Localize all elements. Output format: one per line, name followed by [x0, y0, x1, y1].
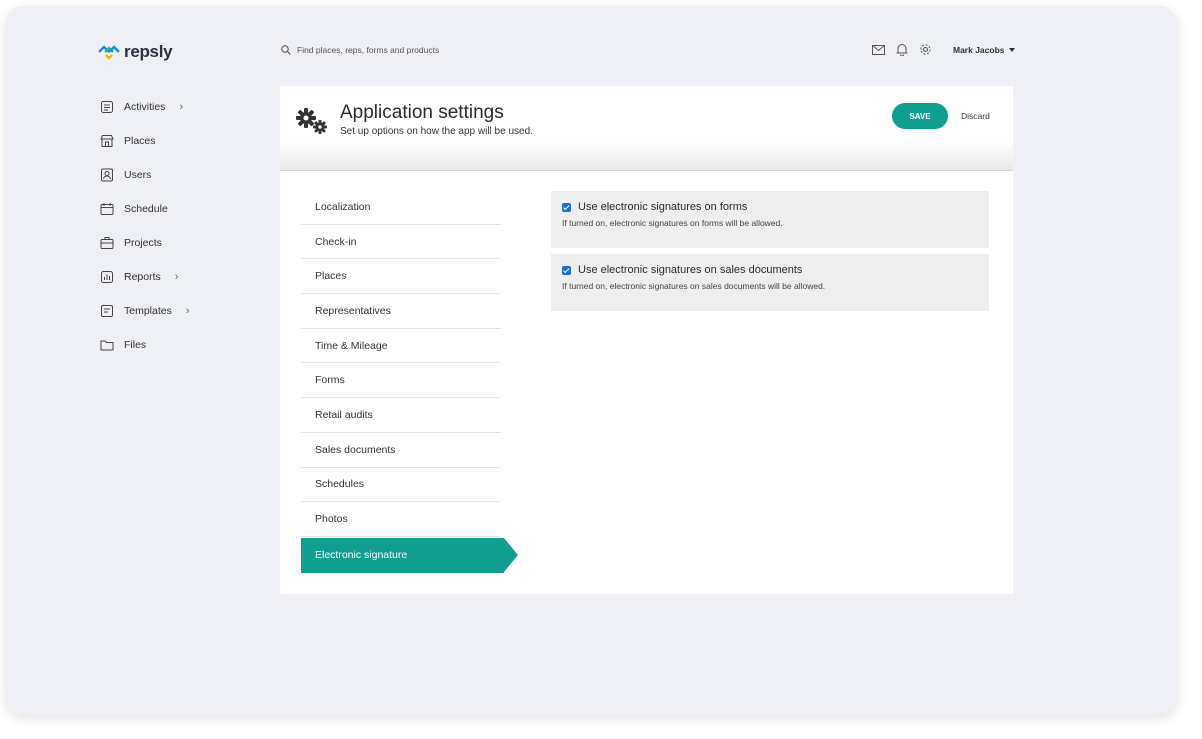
option-description: If turned on, electronic signatures on f… [562, 218, 783, 228]
discard-link[interactable]: Discard [961, 111, 990, 121]
sidebar-item-reports[interactable]: Reports › [100, 260, 250, 294]
sidebar-item-projects[interactable]: Projects [100, 226, 250, 260]
sidebar-item-label: Reports [124, 271, 161, 283]
briefcase-icon [100, 237, 114, 249]
settings-menu-sales-documents[interactable]: Sales documents [301, 433, 501, 468]
sidebar-item-label: Projects [124, 237, 162, 249]
repsly-logo-icon [98, 45, 120, 60]
logo-text: repsly [124, 42, 173, 61]
chevron-right-icon: › [174, 271, 179, 283]
signatures-sales-documents-checkbox[interactable] [562, 265, 571, 275]
settings-menu-forms[interactable]: Forms [301, 363, 501, 399]
store-icon [100, 135, 114, 147]
gears-icon [296, 108, 327, 134]
sidebar-item-label: Activities [124, 101, 166, 113]
page-title: Application settings [340, 102, 504, 123]
gear-icon[interactable] [919, 43, 932, 56]
folder-icon [100, 340, 114, 351]
save-button[interactable]: SAVE [892, 103, 948, 129]
mail-icon[interactable] [872, 44, 885, 55]
option-signatures-forms: Use electronic signatures on forms If tu… [551, 191, 989, 248]
sidebar-nav: Activities › Places Users Schedule Proje… [100, 90, 250, 362]
settings-menu: Localization Check-in Places Representat… [301, 190, 518, 573]
chevron-right-icon: › [179, 101, 184, 113]
app-window: repsly Mark Jacobs [6, 6, 1177, 715]
page-header: Application settings Set up options on h… [280, 86, 1013, 171]
settings-menu-retail-audits[interactable]: Retail audits [301, 398, 501, 433]
settings-card: Application settings Set up options on h… [280, 86, 1013, 594]
search-icon [281, 45, 291, 55]
settings-menu-schedules[interactable]: Schedules [301, 468, 501, 503]
sidebar-item-activities[interactable]: Activities › [100, 90, 250, 124]
caret-down-icon [1008, 48, 1015, 52]
search-input[interactable] [297, 45, 537, 55]
sidebar-item-label: Users [124, 169, 152, 181]
calendar-icon [100, 203, 114, 215]
user-badge-icon [101, 168, 113, 182]
user-menu[interactable]: Mark Jacobs [953, 45, 1015, 55]
repsly-logo[interactable]: repsly [98, 42, 173, 62]
user-name: Mark Jacobs [953, 45, 1005, 55]
global-search[interactable] [281, 45, 537, 55]
sidebar-item-label: Templates [124, 305, 172, 317]
settings-options: Use electronic signatures on forms If tu… [551, 191, 989, 317]
option-description: If turned on, electronic signatures on s… [562, 281, 826, 291]
settings-menu-localization[interactable]: Localization [301, 190, 501, 225]
bell-icon[interactable] [896, 43, 908, 56]
settings-menu-check-in[interactable]: Check-in [301, 225, 501, 260]
bar-chart-icon [101, 271, 113, 283]
sidebar-item-schedule[interactable]: Schedule [100, 192, 250, 226]
signatures-forms-checkbox[interactable] [562, 202, 571, 212]
option-label: Use electronic signatures on forms [578, 201, 748, 213]
sidebar-item-label: Files [124, 339, 147, 351]
option-signatures-sales-documents: Use electronic signatures on sales docum… [551, 254, 989, 311]
settings-menu-electronic-signature[interactable]: Electronic signature [301, 537, 518, 573]
sidebar-item-users[interactable]: Users [100, 158, 250, 192]
sidebar-item-files[interactable]: Files [100, 328, 250, 362]
settings-menu-time-mileage[interactable]: Time & Mileage [301, 329, 501, 364]
sidebar-item-label: Schedule [124, 203, 168, 215]
sidebar-item-templates[interactable]: Templates › [100, 294, 250, 328]
sidebar-item-places[interactable]: Places [100, 124, 250, 158]
clipboard-icon [101, 101, 113, 113]
template-icon [101, 305, 113, 317]
settings-menu-photos[interactable]: Photos [301, 502, 501, 537]
sidebar-item-label: Places [124, 135, 156, 147]
settings-menu-places[interactable]: Places [301, 259, 501, 295]
page-subtitle: Set up options on how the app will be us… [340, 126, 533, 137]
chevron-right-icon: › [185, 305, 190, 317]
option-label: Use electronic signatures on sales docum… [578, 264, 803, 276]
settings-menu-representatives[interactable]: Representatives [301, 294, 501, 329]
